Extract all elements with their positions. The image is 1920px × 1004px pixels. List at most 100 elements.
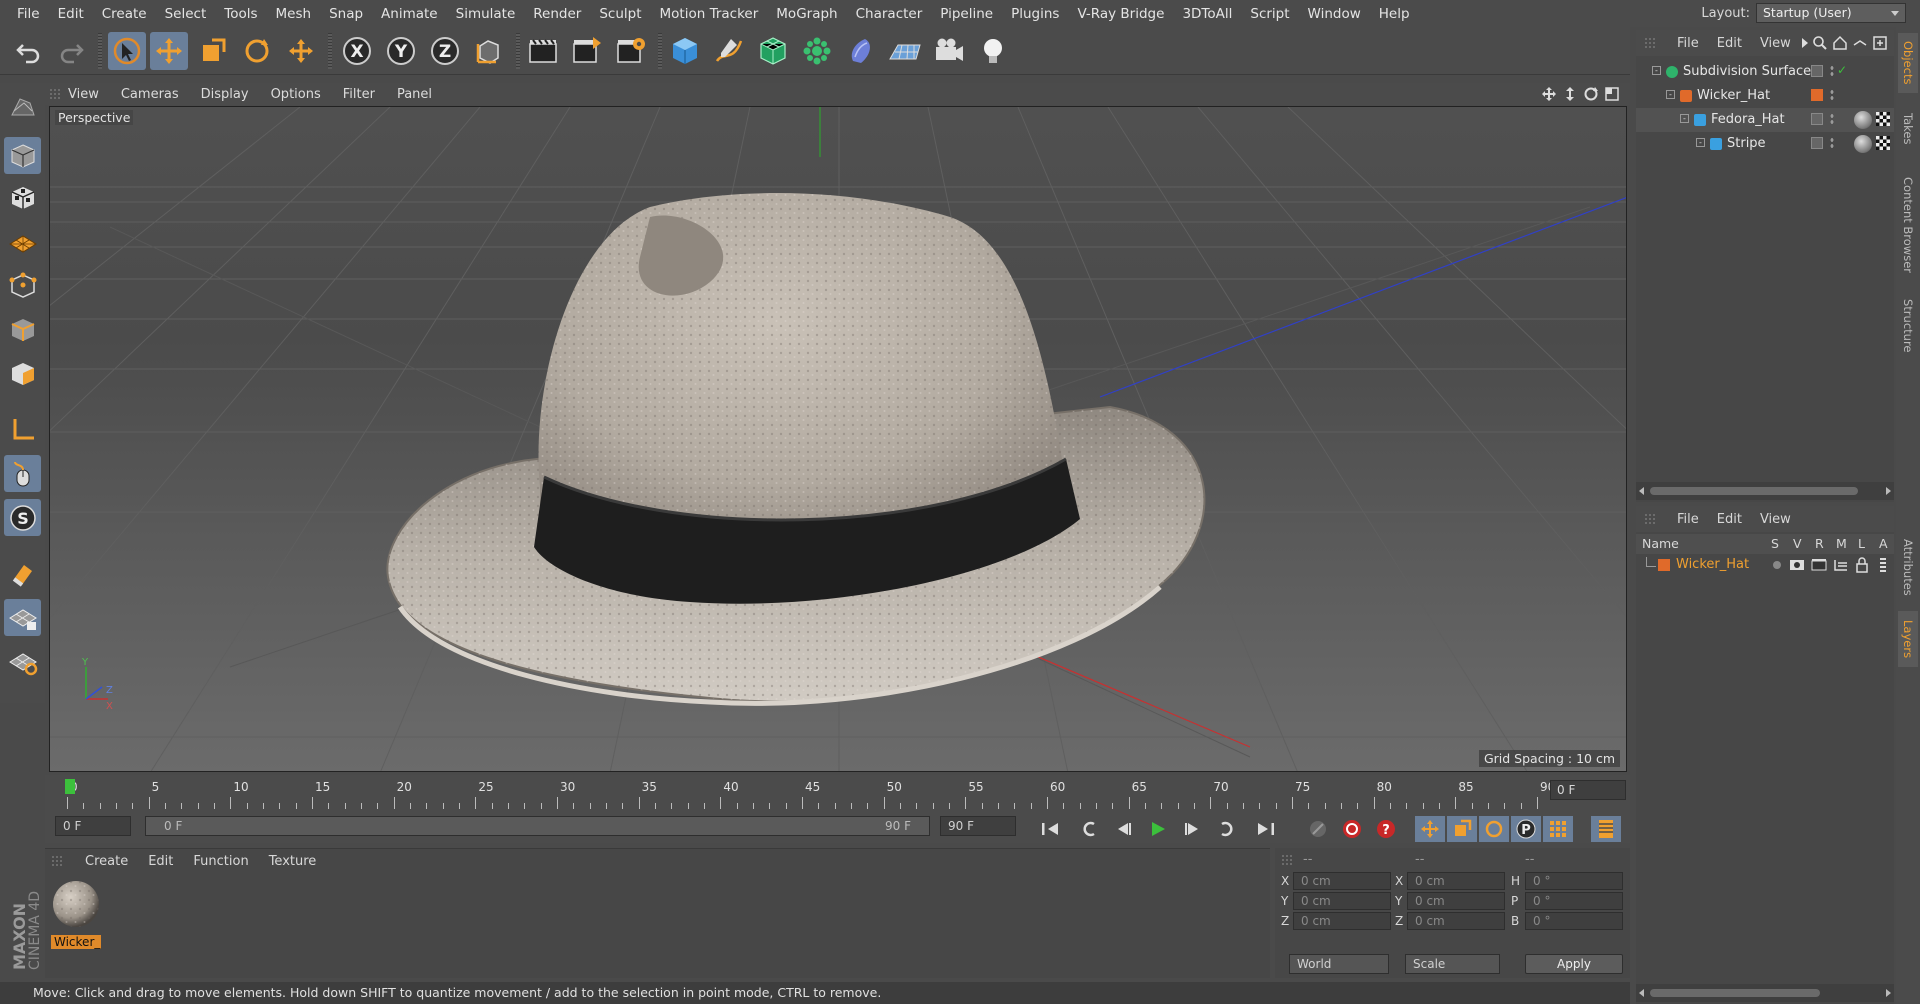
light-object-icon[interactable] — [974, 32, 1012, 70]
viewport-menu-display[interactable]: Display — [190, 87, 260, 102]
layer-color-swatch[interactable] — [1658, 559, 1670, 571]
home-icon[interactable] — [1832, 35, 1848, 51]
layer-render-icon[interactable] — [1811, 558, 1827, 572]
menu-3dtoall[interactable]: 3DToAll — [1173, 6, 1241, 22]
layer-row[interactable]: Wicker_Hat — [1636, 554, 1894, 576]
object-visibility-dots[interactable] — [1830, 137, 1834, 149]
object-name[interactable]: Fedora_Hat — [1711, 112, 1785, 127]
zoom-view-icon[interactable] — [1562, 86, 1578, 102]
layers-column-render[interactable]: R — [1815, 536, 1824, 551]
texture-tag-icon[interactable] — [1876, 136, 1890, 150]
coord-size-field[interactable]: 0 cm — [1407, 912, 1505, 930]
layout-dropdown[interactable]: Startup (User) — [1756, 3, 1906, 23]
menu-snap[interactable]: Snap — [320, 6, 372, 22]
object-edit-toggle[interactable] — [1811, 137, 1823, 149]
viewport-menu-options[interactable]: Options — [260, 87, 332, 102]
layer-color-tag[interactable] — [1811, 89, 1823, 101]
x-axis-lock-icon[interactable]: X — [338, 32, 376, 70]
menu-script[interactable]: Script — [1241, 6, 1298, 22]
coord-rot-field[interactable]: 0 ° — [1525, 892, 1623, 910]
coord-pos-field[interactable]: 0 cm — [1293, 912, 1391, 930]
cube-object-icon[interactable] — [666, 32, 704, 70]
viewport-menu-panel[interactable]: Panel — [386, 87, 443, 102]
layers-column-view[interactable]: V — [1793, 536, 1802, 551]
snapping-icon[interactable]: S — [4, 499, 41, 536]
y-axis-lock-icon[interactable]: Y — [382, 32, 420, 70]
texture-mode-icon[interactable] — [4, 179, 41, 216]
material-label[interactable]: Wicker_ — [51, 935, 101, 949]
timeline[interactable]: 051015202530354045505560657075808590 0 F — [45, 775, 1630, 813]
cloner-icon[interactable] — [798, 32, 836, 70]
coord-size-field[interactable]: 0 cm — [1407, 892, 1505, 910]
menu-create[interactable]: Create — [93, 6, 156, 22]
menu-vray-bridge[interactable]: V-Ray Bridge — [1068, 6, 1173, 22]
object-name[interactable]: Wicker_Hat — [1697, 88, 1770, 103]
menu-help[interactable]: Help — [1370, 6, 1419, 22]
layers-menu-file[interactable]: File — [1668, 512, 1708, 527]
render-settings-icon[interactable] — [612, 32, 650, 70]
key-rotation-icon[interactable] — [1479, 816, 1509, 842]
menu-edit[interactable]: Edit — [49, 6, 93, 22]
rotate-icon[interactable] — [238, 32, 276, 70]
pen-spline-icon[interactable] — [710, 32, 748, 70]
menu-animate[interactable]: Animate — [372, 6, 447, 22]
workplane-mode-icon[interactable] — [4, 223, 41, 260]
object-row[interactable]: - Wicker_Hat — [1636, 84, 1894, 108]
menu-mograph[interactable]: MoGraph — [767, 6, 846, 22]
objects-menu-file[interactable]: File — [1668, 36, 1708, 51]
scale-icon[interactable] — [194, 32, 232, 70]
play-forward-icon[interactable] — [1143, 816, 1173, 842]
layer-view-eye-icon[interactable] — [1789, 558, 1805, 572]
object-edit-toggle[interactable] — [1811, 113, 1823, 125]
layers-menu-view[interactable]: View — [1751, 512, 1800, 527]
deformer-icon[interactable] — [842, 32, 880, 70]
coord-pos-field[interactable]: 0 cm — [1293, 872, 1391, 890]
objects-menu-view[interactable]: View — [1751, 36, 1800, 51]
viewport-menu-view[interactable]: View — [57, 87, 110, 102]
menu-sculpt[interactable]: Sculpt — [590, 6, 650, 22]
menu-mesh[interactable]: Mesh — [267, 6, 321, 22]
previous-frame-icon[interactable] — [1109, 816, 1139, 842]
frame-range-slider[interactable]: 0 F 90 F — [145, 816, 930, 836]
layers-menu-edit[interactable]: Edit — [1708, 512, 1751, 527]
tweak-mode-icon[interactable] — [4, 455, 41, 492]
objects-menu-edit[interactable]: Edit — [1708, 36, 1751, 51]
object-row[interactable]: - Fedora_Hat — [1636, 108, 1894, 132]
object-row[interactable]: - Stripe — [1636, 132, 1894, 156]
menu-file[interactable]: File — [8, 6, 49, 22]
start-frame-field[interactable]: 0 F — [55, 816, 131, 836]
go-to-end-icon[interactable] — [1251, 816, 1281, 842]
undo-icon[interactable] — [10, 32, 48, 70]
magnet-icon[interactable] — [4, 555, 41, 592]
tab-structure[interactable]: Structure — [1898, 291, 1918, 361]
object-visibility-dots[interactable] — [1830, 65, 1834, 77]
tab-takes[interactable]: Takes — [1898, 99, 1918, 159]
polygons-mode-icon[interactable] — [4, 355, 41, 392]
menu-render[interactable]: Render — [524, 6, 590, 22]
layers-column-solo[interactable]: S — [1771, 536, 1779, 551]
layers-column-animation[interactable]: A — [1879, 536, 1888, 551]
model-mode-icon[interactable] — [4, 137, 41, 174]
edges-mode-icon[interactable] — [4, 311, 41, 348]
key-position-icon[interactable] — [1415, 816, 1445, 842]
camera-label[interactable]: Perspective — [55, 110, 134, 125]
current-frame-field[interactable]: 0 F — [1550, 780, 1626, 800]
menu-tools[interactable]: Tools — [215, 6, 266, 22]
coord-rot-field[interactable]: 0 ° — [1525, 872, 1623, 890]
objects-scrollbar[interactable] — [1636, 482, 1894, 500]
pan-view-icon[interactable] — [1541, 86, 1557, 102]
material-menu-function[interactable]: Function — [183, 854, 258, 869]
texture-tag-icon[interactable] — [1876, 112, 1890, 126]
menu-character[interactable]: Character — [847, 6, 932, 22]
render-to-picture-viewer-icon[interactable] — [568, 32, 606, 70]
menu-window[interactable]: Window — [1299, 6, 1370, 22]
coord-size-field[interactable]: 0 cm — [1407, 872, 1505, 890]
next-key-icon[interactable] — [1211, 816, 1241, 842]
make-editable-icon[interactable] — [4, 87, 41, 124]
playhead[interactable] — [65, 779, 75, 794]
go-to-start-icon[interactable] — [1035, 816, 1065, 842]
coordinate-mode-dropdown[interactable]: World — [1289, 954, 1389, 974]
object-name[interactable]: Stripe — [1727, 136, 1766, 151]
viewport-menu-filter[interactable]: Filter — [332, 87, 386, 102]
points-mode-icon[interactable] — [4, 267, 41, 304]
